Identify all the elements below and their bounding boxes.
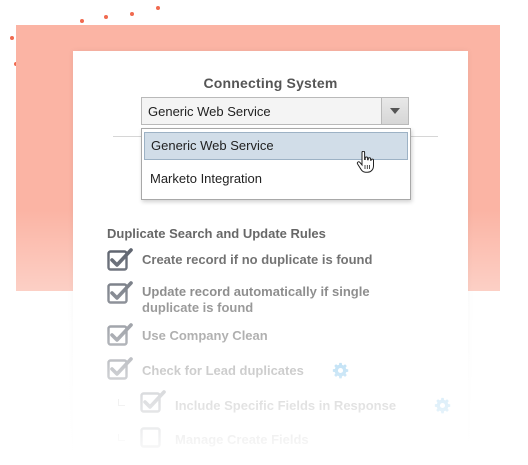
hand-cursor-icon — [356, 151, 374, 173]
dot — [130, 12, 134, 16]
rule-label-manage-create-fields: Manage Create Fields — [175, 432, 309, 447]
dot — [10, 36, 14, 40]
connecting-system-select[interactable]: Generic Web Service — [141, 97, 409, 125]
rule-label-update-record-line2: duplicate is found — [142, 300, 254, 315]
indent-connector — [118, 434, 125, 441]
duplicate-rules-title: Duplicate Search and Update Rules — [107, 226, 326, 241]
gear-icon[interactable] — [434, 397, 451, 414]
chevron-down-icon[interactable] — [381, 98, 408, 124]
indent-connector — [118, 399, 125, 406]
dot — [156, 6, 160, 10]
rule-label-create-record: Create record if no duplicate is found — [142, 252, 373, 267]
checkbox-update-record[interactable] — [107, 281, 133, 305]
connecting-system-label: Connecting System — [203, 75, 338, 91]
rule-label-update-record: Update record automatically if single du… — [142, 284, 370, 316]
rule-label-lead-duplicates: Check for Lead duplicates — [142, 363, 304, 378]
checkbox-company-clean[interactable] — [107, 323, 133, 347]
rule-label-update-record-line1: Update record automatically if single — [142, 284, 370, 299]
gear-icon[interactable] — [332, 362, 349, 379]
rule-label-include-specific-fields: Include Specific Fields in Response — [175, 398, 397, 413]
dot — [104, 15, 108, 19]
checkbox-create-record[interactable] — [107, 248, 133, 272]
select-value: Generic Web Service — [148, 104, 271, 119]
checkbox-lead-duplicates[interactable] — [107, 357, 133, 381]
rule-label-company-clean: Use Company Clean — [142, 328, 268, 343]
settings-card: Connecting System Generic Web Service Ge… — [73, 51, 468, 465]
checkbox-manage-create-fields[interactable] — [140, 425, 166, 449]
checkbox-include-specific-fields[interactable] — [140, 390, 166, 414]
dot — [80, 19, 84, 23]
